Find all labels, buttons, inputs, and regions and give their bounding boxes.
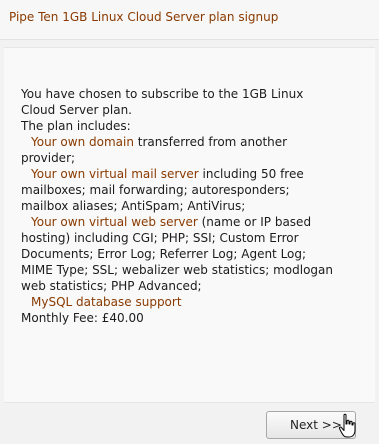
domain-feature-desc-2: provider;	[21, 151, 76, 165]
plan-description: You have chosen to subscribe to the 1GB …	[21, 86, 361, 326]
web-feature-desc-3: Documents; Error Log; Referrer Log; Agen…	[21, 247, 307, 261]
web-feature-desc-5: web statistics; PHP Advanced;	[21, 279, 202, 293]
mail-feature-desc: including 50 free	[198, 167, 304, 181]
monthly-fee: Monthly Fee: £40.00	[21, 311, 144, 325]
mail-feature: Your own virtual mail server including 5…	[21, 166, 361, 182]
window-title: Pipe Ten 1GB Linux Cloud Server plan sig…	[9, 10, 279, 24]
mysql-feature: MySQL database support	[21, 294, 361, 310]
web-feature-desc-4: MIME Type; SSL; webalizer web statistics…	[21, 263, 333, 277]
mysql-feature-name: MySQL database support	[31, 295, 182, 309]
web-feature-desc: (name or IP based	[197, 215, 312, 229]
domain-feature-desc: transferred from another	[133, 135, 288, 149]
mail-feature-desc-2: mailboxes; mail forwarding; autoresponde…	[21, 183, 290, 197]
intro-line-1: You have chosen to subscribe to the 1GB …	[21, 87, 304, 101]
hand-pointer-icon	[338, 413, 356, 438]
web-feature: Your own virtual web server (name or IP …	[21, 214, 361, 230]
mail-feature-desc-3: mailbox aliases; AntiSpam; AntiVirus;	[21, 199, 246, 213]
domain-feature-name: Your own domain	[31, 135, 134, 149]
includes-heading: The plan includes:	[21, 119, 131, 133]
intro-line-2: Cloud Server plan.	[21, 103, 132, 117]
title-bar: Pipe Ten 1GB Linux Cloud Server plan sig…	[0, 0, 379, 40]
web-feature-desc-2: hosting) including CGI; PHP; SSI; Custom…	[21, 231, 299, 245]
domain-feature: Your own domain transferred from another	[21, 134, 361, 150]
web-feature-name: Your own virtual web server	[31, 215, 198, 229]
signup-dialog: Pipe Ten 1GB Linux Cloud Server plan sig…	[0, 0, 379, 444]
mail-feature-name: Your own virtual mail server	[31, 167, 199, 181]
